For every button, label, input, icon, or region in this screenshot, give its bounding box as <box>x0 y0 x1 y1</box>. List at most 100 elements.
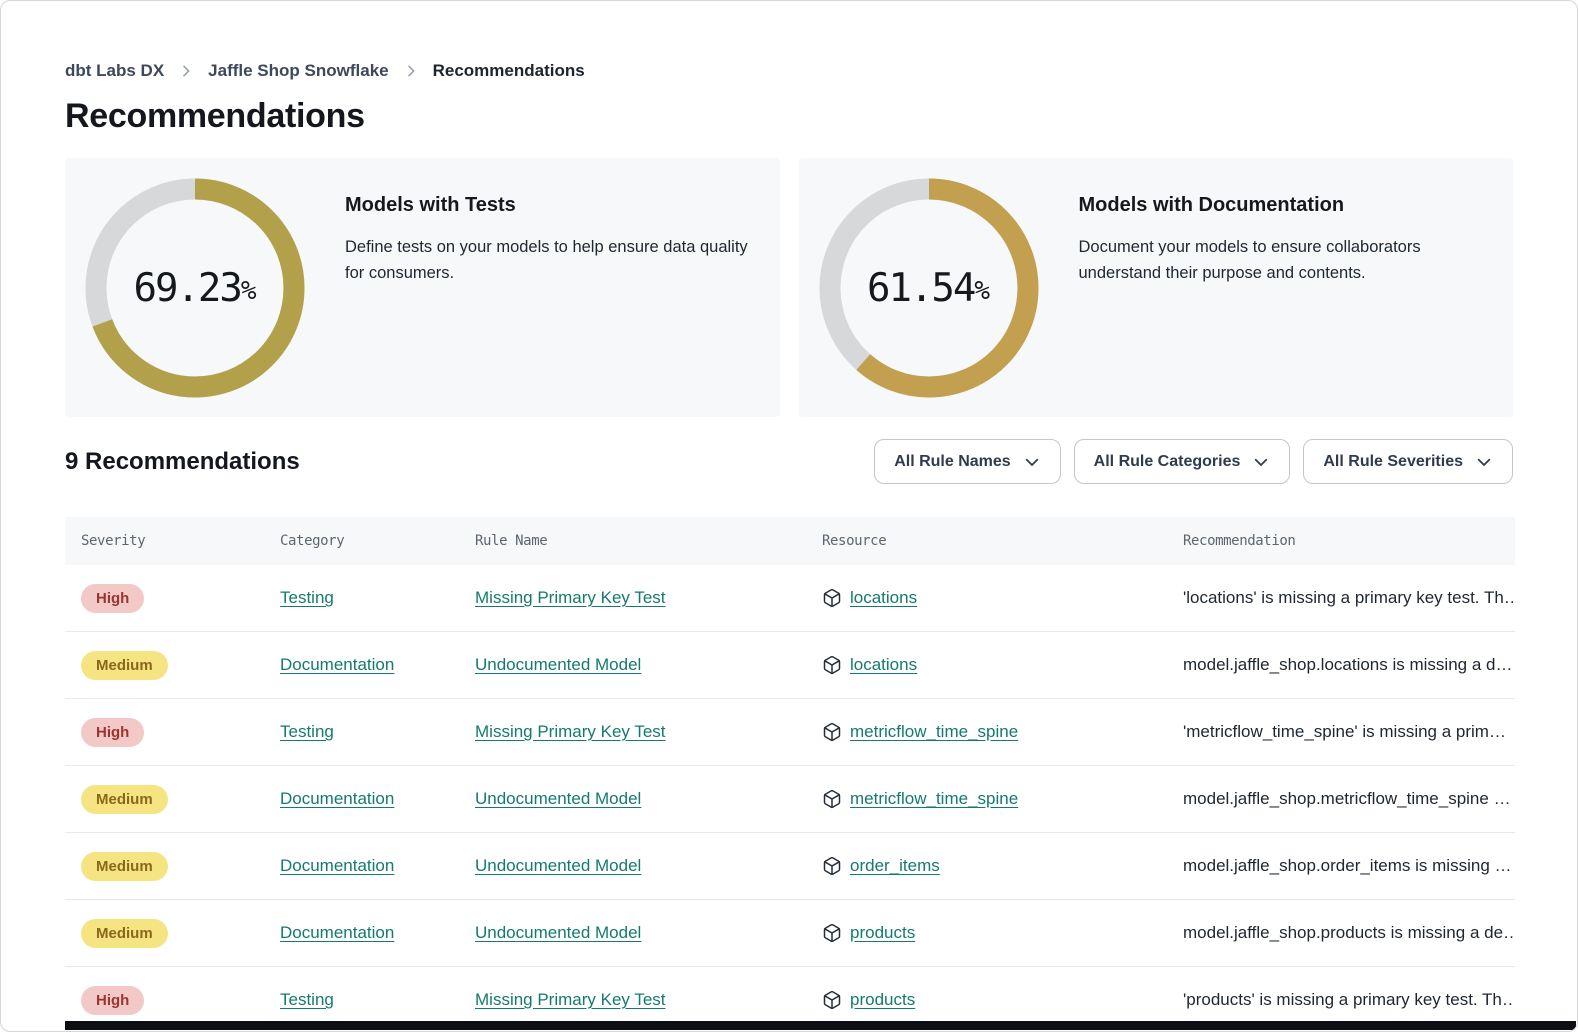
model-cube-icon <box>822 722 842 742</box>
metric-card-title: Models with Documentation <box>1079 194 1484 217</box>
donut-percent-sign: % <box>974 276 990 306</box>
rule-name-link[interactable]: Undocumented Model <box>475 856 641 875</box>
recommendation-text: 'locations' is missing a primary key tes… <box>1183 588 1515 608</box>
page-content: dbt Labs DX Jaffle Shop Snowflake Recomm… <box>1 61 1577 1032</box>
model-cube-icon <box>822 655 842 675</box>
metric-card-description: Define tests on your models to help ensu… <box>345 235 750 286</box>
donut-chart: 69.23% <box>85 178 305 398</box>
breadcrumb-item[interactable]: dbt Labs DX <box>65 61 164 81</box>
resource-cell: products <box>806 923 1167 943</box>
table-row: Medium Documentation Undocumented Model … <box>65 766 1515 833</box>
category-cell: Documentation <box>264 655 459 675</box>
model-cube-icon <box>822 856 842 876</box>
recommendation-text: model.jaffle_shop.order_items is missing… <box>1183 856 1515 876</box>
resource-link[interactable]: order_items <box>850 856 940 876</box>
severity-badge: Medium <box>81 919 168 948</box>
metric-card-title: Models with Tests <box>345 194 750 217</box>
donut-percent-number: 61.54 <box>867 266 974 311</box>
recommendations-table: SeverityCategoryRule NameResourceRecomme… <box>65 517 1515 1032</box>
model-cube-icon <box>822 789 842 809</box>
rule-name-link[interactable]: Undocumented Model <box>475 655 641 674</box>
category-cell: Testing <box>264 722 459 742</box>
resource-link[interactable]: metricflow_time_spine <box>850 722 1018 742</box>
metric-card: 61.54% Models with Documentation Documen… <box>799 158 1514 417</box>
chevron-down-icon <box>1252 453 1270 471</box>
horizontal-scrollbar[interactable] <box>65 1021 1576 1030</box>
resource-cell: order_items <box>806 856 1167 876</box>
metric-cards: 69.23% Models with Tests Define tests on… <box>65 158 1513 417</box>
resource-link[interactable]: products <box>850 923 915 943</box>
metric-card-text: Models with Documentation Document your … <box>1039 178 1494 397</box>
table-row: Medium Documentation Undocumented Model … <box>65 900 1515 967</box>
column-header: Severity <box>65 533 264 549</box>
rule-name-link[interactable]: Missing Primary Key Test <box>475 722 666 741</box>
category-cell: Testing <box>264 588 459 608</box>
donut-percent-number: 69.23 <box>133 266 240 311</box>
filter-dropdown[interactable]: All Rule Categories <box>1074 439 1291 484</box>
resource-cell: products <box>806 990 1167 1010</box>
filter-dropdown-label: All Rule Categories <box>1094 453 1241 471</box>
resource-cell: metricflow_time_spine <box>806 722 1167 742</box>
severity-badge: High <box>81 718 144 747</box>
filter-dropdown-label: All Rule Severities <box>1323 453 1463 471</box>
column-header: Rule Name <box>459 533 806 549</box>
category-link[interactable]: Testing <box>280 990 334 1009</box>
rule-name-link[interactable]: Undocumented Model <box>475 923 641 942</box>
rule-name-cell: Undocumented Model <box>459 856 806 876</box>
rule-name-cell: Missing Primary Key Test <box>459 588 806 608</box>
rule-name-cell: Undocumented Model <box>459 655 806 675</box>
filter-dropdown[interactable]: All Rule Names <box>874 439 1060 484</box>
recommendation-text: model.jaffle_shop.products is missing a … <box>1183 923 1515 943</box>
category-link[interactable]: Documentation <box>280 655 394 674</box>
category-cell: Documentation <box>264 923 459 943</box>
resource-link[interactable]: locations <box>850 655 917 675</box>
severity-cell: Medium <box>65 651 264 680</box>
metric-card: 69.23% Models with Tests Define tests on… <box>65 158 780 417</box>
severity-cell: High <box>65 718 264 747</box>
breadcrumb-item[interactable]: Jaffle Shop Snowflake <box>208 61 388 81</box>
column-header: Category <box>264 533 459 549</box>
severity-badge: Medium <box>81 852 168 881</box>
recommendation-text: model.jaffle_shop.metricflow_time_spine … <box>1183 789 1515 809</box>
table-header-row: SeverityCategoryRule NameResourceRecomme… <box>65 517 1515 565</box>
recommendation-text: 'metricflow_time_spine' is missing a pri… <box>1183 722 1515 742</box>
rule-name-link[interactable]: Missing Primary Key Test <box>475 588 666 607</box>
resource-link[interactable]: locations <box>850 588 917 608</box>
column-header: Resource <box>806 533 1167 549</box>
severity-cell: Medium <box>65 852 264 881</box>
chevron-right-icon <box>403 63 419 79</box>
recommendations-count-title: 9 Recommendations <box>65 448 300 476</box>
column-header: Recommendation <box>1167 533 1515 549</box>
recommendation-text: model.jaffle_shop.locations is missing a… <box>1183 655 1515 675</box>
table-row: High Testing Missing Primary Key Test lo… <box>65 565 1515 632</box>
rule-name-cell: Undocumented Model <box>459 789 806 809</box>
severity-cell: Medium <box>65 785 264 814</box>
category-link[interactable]: Testing <box>280 722 334 741</box>
severity-badge: Medium <box>81 651 168 680</box>
severity-badge: High <box>81 986 144 1015</box>
breadcrumb: dbt Labs DX Jaffle Shop Snowflake Recomm… <box>65 61 1513 81</box>
model-cube-icon <box>822 588 842 608</box>
chevron-right-icon <box>178 63 194 79</box>
donut-percent: 61.54% <box>819 178 1039 398</box>
chevron-down-icon <box>1475 453 1493 471</box>
donut-chart: 61.54% <box>819 178 1039 398</box>
resource-link[interactable]: metricflow_time_spine <box>850 789 1018 809</box>
recommendation-text: 'products' is missing a primary key test… <box>1183 990 1515 1010</box>
donut-percent: 69.23% <box>85 178 305 398</box>
category-link[interactable]: Documentation <box>280 856 394 875</box>
category-link[interactable]: Documentation <box>280 923 394 942</box>
app-window: dbt Labs DX Jaffle Shop Snowflake Recomm… <box>0 0 1578 1032</box>
resource-link[interactable]: products <box>850 990 915 1010</box>
rule-name-cell: Missing Primary Key Test <box>459 990 806 1010</box>
filter-dropdown[interactable]: All Rule Severities <box>1303 439 1513 484</box>
category-link[interactable]: Testing <box>280 588 334 607</box>
resource-cell: locations <box>806 655 1167 675</box>
category-link[interactable]: Documentation <box>280 789 394 808</box>
rule-name-link[interactable]: Undocumented Model <box>475 789 641 808</box>
list-header: 9 Recommendations All Rule Names All Rul… <box>65 439 1513 484</box>
filter-bar: All Rule Names All Rule Categories All R… <box>874 439 1513 484</box>
severity-cell: High <box>65 986 264 1015</box>
rule-name-link[interactable]: Missing Primary Key Test <box>475 990 666 1009</box>
category-cell: Documentation <box>264 789 459 809</box>
